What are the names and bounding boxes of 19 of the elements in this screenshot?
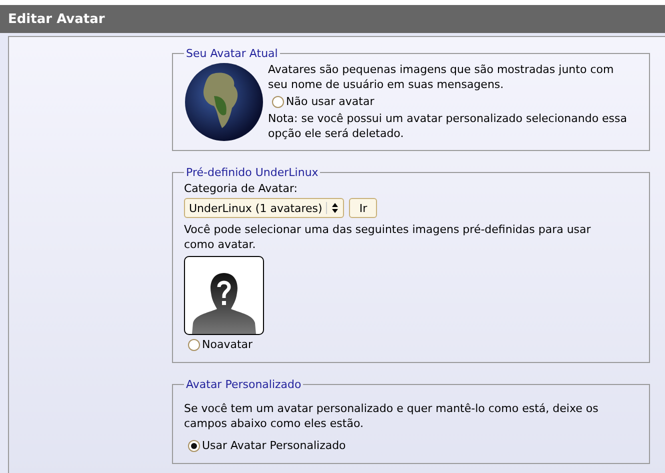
- go-button[interactable]: Ir: [349, 198, 378, 218]
- description-text: Se você tem um avatar personalizado e quer mantê-lo como está, deixe os campos abaixo como eles estão.: [184, 401, 600, 431]
- radio-button[interactable]: [272, 96, 284, 108]
- radio-label[interactable]: Não usar avatar: [286, 95, 374, 108]
- page-title: Editar Avatar: [8, 12, 105, 26]
- radio-button[interactable]: [188, 338, 200, 350]
- radio-button[interactable]: [188, 440, 200, 452]
- sort-arrows-icon: [326, 202, 340, 214]
- silhouette-picture[interactable]: [184, 256, 264, 335]
- field-label: Categoria de Avatar:: [184, 181, 298, 196]
- section-legend: Avatar Personalizado: [184, 378, 304, 391]
- description-text: Você pode selecionar uma das seguintes imagens pré-definidas para usar como avatar.: [184, 222, 592, 252]
- section-legend: Seu Avatar Atual: [184, 47, 280, 60]
- radio-label[interactable]: Usar Avatar Personalizado: [202, 439, 346, 452]
- category-dropdown[interactable]: UnderLinux (1 avatares): [184, 198, 344, 218]
- note-text: Nota: se você possui um avatar personalizado selecionando essa opção ele será deletado.: [268, 111, 628, 141]
- section-legend: Pré-definido UnderLinux: [184, 166, 320, 179]
- description-text: Avatares são pequenas imagens que são mostradas junto com seu nome de usuário em suas mensagens.: [268, 62, 615, 92]
- radio-label[interactable]: Noavatar: [202, 338, 253, 351]
